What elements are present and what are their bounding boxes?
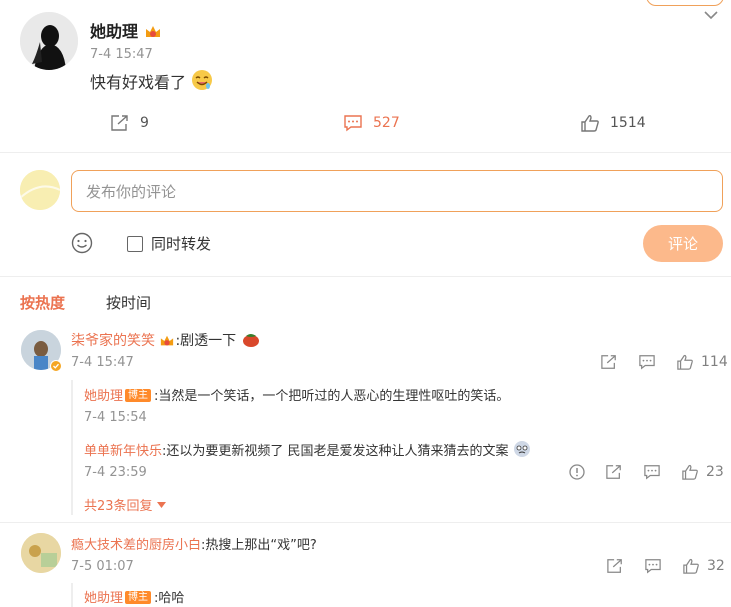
comment-count: 527 <box>373 115 400 131</box>
thumbs-up-icon <box>681 464 699 480</box>
comment-author-name[interactable]: 柒爷家的笑笑 <box>71 333 155 349</box>
tab-by-time[interactable]: 按时间 <box>106 292 151 313</box>
repost-icon <box>110 114 130 132</box>
post-text: 快有好戏看了 <box>90 73 187 92</box>
reply-item: 单单新年快乐:还以为要更新视频了 民国老是爱发这种让人猜来猜去的文案 <box>84 440 531 462</box>
repost-icon[interactable] <box>605 464 623 480</box>
repost-checkbox[interactable] <box>127 235 143 252</box>
like-count: 32 <box>707 558 725 574</box>
comment-icon <box>343 114 363 132</box>
repost-action[interactable]: 9 <box>110 114 149 132</box>
verified-badge-icon <box>50 357 62 376</box>
reply-text: :还以为要更新视频了 民国老是爱发这种让人猜来猜去的文案 <box>162 444 509 459</box>
comment-author-avatar[interactable] <box>21 533 61 573</box>
comment-actions: 32 <box>606 558 725 574</box>
thumbs-up-icon <box>676 354 694 370</box>
like-count: 114 <box>701 354 728 370</box>
thumbs-up-icon <box>580 114 600 132</box>
comment-divider <box>0 522 731 523</box>
crown-emoji-icon <box>144 24 162 44</box>
reply-author-name[interactable]: 她助理 <box>84 389 123 404</box>
comment-time: 7-4 15:47 <box>71 355 134 370</box>
caret-down-icon <box>156 501 166 508</box>
submit-comment-button[interactable]: 评论 <box>643 225 723 262</box>
repost-checkbox-label: 同时转发 <box>151 235 212 253</box>
comment-input[interactable]: 发布你的评论 <box>71 170 723 212</box>
more-replies-link[interactable]: 共23条回复 <box>84 495 166 514</box>
like-action[interactable]: 114 <box>676 354 728 370</box>
comment-text: :热搜上那出“戏”吧? <box>201 538 317 553</box>
repost-icon[interactable] <box>600 354 618 370</box>
follow-button-partial[interactable] <box>646 0 724 6</box>
comment-action[interactable]: 527 <box>343 114 400 132</box>
reply-time: 7-4 15:54 <box>84 410 147 425</box>
comment-icon[interactable] <box>644 558 662 574</box>
comment-text: :剧透一下 <box>175 333 237 349</box>
like-count: 23 <box>706 464 724 480</box>
reply-item: 她助理 博主:哈哈 <box>84 587 184 606</box>
more-replies-label: 共23条回复 <box>84 499 153 514</box>
blogger-badge: 博主 <box>125 591 152 604</box>
comment-icon[interactable] <box>643 464 661 480</box>
repost-icon[interactable] <box>606 558 624 574</box>
comment-time: 7-5 01:07 <box>71 559 134 574</box>
tab-by-hot[interactable]: 按热度 <box>20 292 65 313</box>
reply-time: 7-4 23:59 <box>84 465 147 480</box>
submit-comment-label: 评论 <box>667 235 698 253</box>
comment-actions: 114 <box>600 354 728 370</box>
report-icon[interactable] <box>569 464 585 480</box>
comment-author-name[interactable]: 瘾大技术差的厨房小白 <box>71 538 201 553</box>
persimmon-emoji-icon <box>241 330 261 352</box>
post-author-avatar[interactable] <box>20 12 78 70</box>
confused-emoji-icon <box>513 440 531 462</box>
thumbs-up-icon <box>682 558 700 574</box>
repost-checkbox-row[interactable]: 同时转发 <box>127 233 211 254</box>
like-action[interactable]: 32 <box>682 558 725 574</box>
post-author-name[interactable]: 她助理 <box>90 22 138 41</box>
reply-text: :哈哈 <box>154 591 185 606</box>
repost-count: 9 <box>140 115 149 131</box>
reply-actions: 23 <box>569 464 724 480</box>
drooling-emoji-icon <box>191 69 213 95</box>
comment-icon[interactable] <box>638 354 656 370</box>
section-divider <box>0 276 731 277</box>
reply-item: 她助理 博主:当然是一个笑话，一个把听过的人恶心的生理性呕吐的笑话。 <box>84 385 509 404</box>
post-time: 7-4 15:47 <box>90 47 153 62</box>
comment-input-placeholder: 发布你的评论 <box>86 182 177 201</box>
like-count: 1514 <box>610 115 646 131</box>
like-action[interactable]: 1514 <box>580 114 646 132</box>
crown-emoji-icon <box>159 334 175 352</box>
reply-author-name[interactable]: 她助理 <box>84 591 123 606</box>
reply-thread <box>71 583 73 607</box>
section-divider <box>0 152 731 153</box>
reply-text: :当然是一个笑话，一个把听过的人恶心的生理性呕吐的笑话。 <box>154 389 510 404</box>
like-action[interactable]: 23 <box>681 464 724 480</box>
reply-author-name[interactable]: 单单新年快乐 <box>84 444 162 459</box>
reply-thread <box>71 380 73 515</box>
user-avatar <box>20 170 60 210</box>
emoji-picker-icon[interactable] <box>71 232 93 254</box>
chevron-down-icon[interactable] <box>704 10 718 20</box>
blogger-badge: 博主 <box>125 389 152 402</box>
